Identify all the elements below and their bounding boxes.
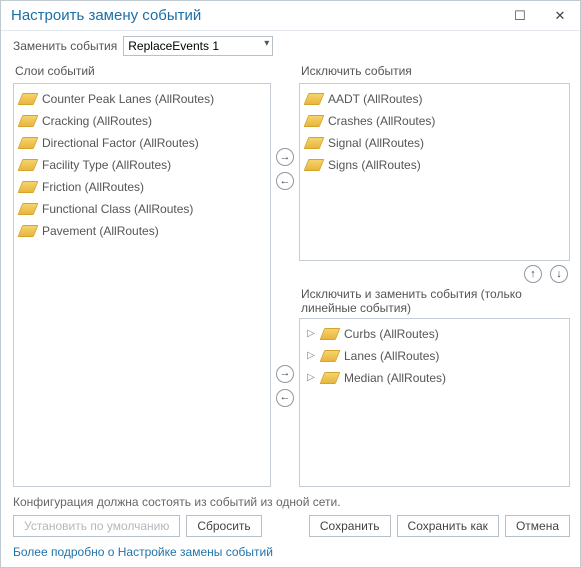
move-right-bottom-button[interactable]: → — [276, 365, 294, 383]
list-item[interactable]: ▷ Median (AllRoutes) — [302, 367, 567, 389]
move-down-button[interactable]: ↓ — [550, 265, 568, 283]
exclude-events-label: Исключить события — [301, 64, 570, 80]
move-up-button[interactable]: ↑ — [524, 265, 542, 283]
exclude-replace-label: Исключить и заменить события (только лин… — [301, 287, 570, 315]
move-left-bottom-button[interactable]: ← — [276, 389, 294, 407]
list-item[interactable]: Counter Peak Lanes (AllRoutes) — [16, 88, 268, 110]
list-item-label: AADT (AllRoutes) — [328, 91, 422, 107]
layer-icon — [306, 93, 322, 105]
list-item[interactable]: Pavement (AllRoutes) — [16, 220, 268, 242]
event-layers-label: Слои событий — [15, 64, 271, 80]
list-item[interactable]: Crashes (AllRoutes) — [302, 110, 567, 132]
exclude-events-list[interactable]: AADT (AllRoutes) Crashes (AllRoutes) Signa… — [299, 83, 570, 261]
set-default-button[interactable]: Установить по умолчанию — [13, 515, 180, 537]
list-item[interactable]: ▷ Lanes (AllRoutes) — [302, 345, 567, 367]
layer-icon — [322, 372, 338, 384]
replace-events-select[interactable]: ▾ — [123, 36, 273, 56]
list-item[interactable]: Functional Class (AllRoutes) — [16, 198, 268, 220]
list-item-label: Directional Factor (AllRoutes) — [42, 135, 199, 151]
config-note: Конфигурация должна состоять из событий … — [1, 493, 580, 515]
save-button[interactable]: Сохранить — [309, 515, 391, 537]
list-item[interactable]: AADT (AllRoutes) — [302, 88, 567, 110]
list-item-label: Cracking (AllRoutes) — [42, 113, 152, 129]
list-item[interactable]: Signs (AllRoutes) — [302, 154, 567, 176]
list-item-label: Crashes (AllRoutes) — [328, 113, 435, 129]
list-item-label: Facility Type (AllRoutes) — [42, 157, 171, 173]
list-item-label: Functional Class (AllRoutes) — [42, 201, 193, 217]
exclude-replace-list[interactable]: ▷ Curbs (AllRoutes) ▷ Lanes (AllRoutes) ▷ Med… — [299, 318, 570, 487]
list-item-label: Curbs (AllRoutes) — [344, 326, 439, 342]
layer-icon — [306, 137, 322, 149]
expand-icon[interactable]: ▷ — [306, 370, 316, 386]
cancel-button[interactable]: Отмена — [505, 515, 570, 537]
move-bottom-controls: → ← — [276, 365, 294, 407]
move-left-top-button[interactable]: ← — [276, 172, 294, 190]
layer-icon — [20, 203, 36, 215]
list-item[interactable]: Friction (AllRoutes) — [16, 176, 268, 198]
list-item[interactable]: Facility Type (AllRoutes) — [16, 154, 268, 176]
list-item[interactable]: Signal (AllRoutes) — [302, 132, 567, 154]
list-item[interactable]: ▷ Curbs (AllRoutes) — [302, 323, 567, 345]
list-item-label: Friction (AllRoutes) — [42, 179, 144, 195]
list-item-label: Median (AllRoutes) — [344, 370, 446, 386]
list-item-label: Counter Peak Lanes (AllRoutes) — [42, 91, 214, 107]
list-item-label: Lanes (AllRoutes) — [344, 348, 439, 364]
layer-icon — [322, 328, 338, 340]
replace-events-label: Заменить события — [13, 39, 117, 53]
layer-icon — [20, 93, 36, 105]
window-controls: ☐ ✕ — [500, 1, 580, 30]
list-item[interactable]: Cracking (AllRoutes) — [16, 110, 268, 132]
layer-icon — [322, 350, 338, 362]
help-link-row: Более подробно о Настройке замены событи… — [1, 545, 580, 567]
layer-icon — [306, 115, 322, 127]
layer-icon — [20, 225, 36, 237]
list-item[interactable]: Directional Factor (AllRoutes) — [16, 132, 268, 154]
expand-icon[interactable]: ▷ — [306, 348, 316, 364]
layer-icon — [20, 137, 36, 149]
layer-icon — [20, 181, 36, 193]
reorder-controls: ↑ ↓ — [299, 261, 570, 287]
move-right-top-button[interactable]: → — [276, 148, 294, 166]
help-link[interactable]: Более подробно о Настройке замены событи… — [13, 545, 273, 559]
layer-icon — [306, 159, 322, 171]
close-button[interactable]: ✕ — [540, 1, 580, 30]
replace-events-input[interactable] — [123, 36, 273, 56]
dialog-title: Настроить замену событий — [11, 7, 201, 24]
event-layers-list[interactable]: Counter Peak Lanes (AllRoutes) Cracking (… — [13, 83, 271, 487]
save-as-button[interactable]: Сохранить как — [397, 515, 499, 537]
maximize-button[interactable]: ☐ — [500, 1, 540, 30]
list-item-label: Signs (AllRoutes) — [328, 157, 421, 173]
reset-button[interactable]: Сбросить — [186, 515, 261, 537]
layer-icon — [20, 159, 36, 171]
layer-icon — [20, 115, 36, 127]
list-item-label: Pavement (AllRoutes) — [42, 223, 159, 239]
list-item-label: Signal (AllRoutes) — [328, 135, 424, 151]
expand-icon[interactable]: ▷ — [306, 326, 316, 342]
move-top-controls: → ← — [276, 148, 294, 190]
